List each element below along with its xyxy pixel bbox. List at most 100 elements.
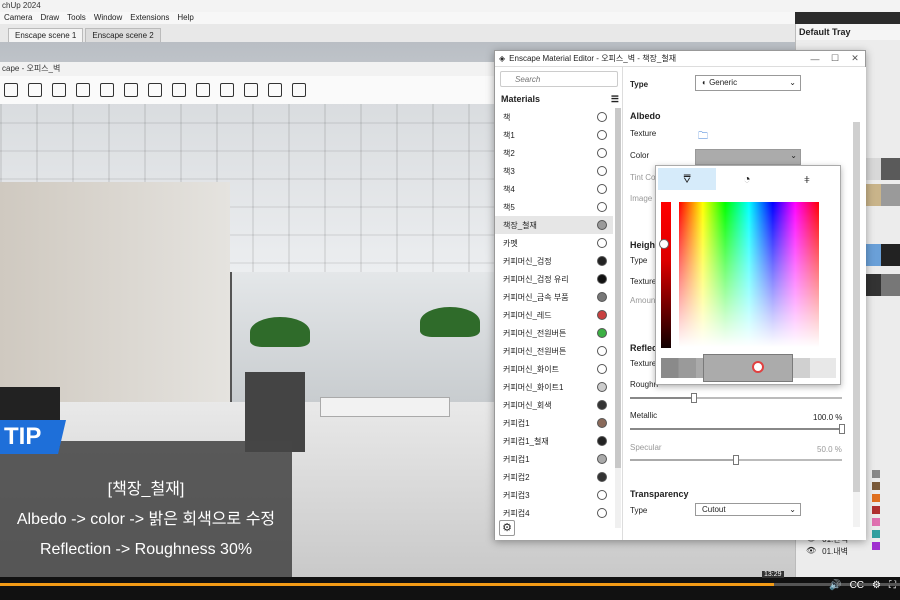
material-thumb[interactable] xyxy=(881,274,900,296)
maximize-button[interactable]: ☐ xyxy=(825,53,845,64)
gear-icon[interactable]: ⚙ xyxy=(499,520,515,536)
menu-extensions[interactable]: Extensions xyxy=(126,12,173,24)
material-list-item[interactable]: 커피컵3 xyxy=(495,486,613,504)
video-icon[interactable] xyxy=(268,83,282,97)
list-scrollbar[interactable] xyxy=(615,108,621,528)
material-swatch-icon xyxy=(597,490,607,500)
menu-help[interactable]: Help xyxy=(173,12,197,24)
layer-name: 01.내벽 xyxy=(822,547,848,556)
current-color-swatch[interactable] xyxy=(703,354,793,382)
picker-tab-sliders[interactable]: ⧧ xyxy=(778,168,836,190)
video-progress-track[interactable] xyxy=(0,583,900,586)
albedo-texture-label: Texture xyxy=(630,129,657,138)
material-list-item[interactable]: 커피머신_전원버튼 xyxy=(495,324,613,342)
material-list-item[interactable]: 커피머신_화이트1 xyxy=(495,378,613,396)
picker-tab-spectrum[interactable]: ⩢ xyxy=(658,168,716,190)
material-list-item[interactable]: 책 xyxy=(495,108,613,126)
material-list-item[interactable]: 커피머신_금속 부품 xyxy=(495,288,613,306)
eye-icon[interactable]: 👁 xyxy=(806,546,816,557)
material-list-item[interactable]: 카펫 xyxy=(495,234,613,252)
material-list-item[interactable]: 책4 xyxy=(495,180,613,198)
material-list-item[interactable]: 커피머신_검정 유리 xyxy=(495,270,613,288)
material-swatch-icon xyxy=(597,238,607,248)
scrollbar-thumb[interactable] xyxy=(853,122,860,492)
menu-window[interactable]: Window xyxy=(90,12,126,24)
reflection-texture-label: Texture xyxy=(630,359,657,368)
material-list-item[interactable]: 커피머신_검정 xyxy=(495,252,613,270)
editor-titlebar[interactable]: ◈ Enscape Material Editor - 오피스_벽 - 책장_철… xyxy=(495,51,865,67)
material-name: 책2 xyxy=(503,148,515,158)
material-thumb[interactable] xyxy=(881,184,900,206)
hue-slider[interactable] xyxy=(661,202,671,348)
scene-tab-1[interactable]: Enscape scene 1 xyxy=(8,28,84,42)
picker-tab-wheel[interactable]: ◔ xyxy=(718,168,776,190)
material-swatch-icon xyxy=(597,292,607,302)
image-icon[interactable] xyxy=(220,83,234,97)
material-thumb[interactable] xyxy=(881,158,900,180)
captions-icon[interactable]: CC xyxy=(850,580,864,591)
render-icon[interactable] xyxy=(172,83,186,97)
material-list-item[interactable]: 책2 xyxy=(495,144,613,162)
material-name: 커피컵1 xyxy=(503,454,530,464)
menu-draw[interactable]: Draw xyxy=(36,12,63,24)
settings-icon[interactable] xyxy=(148,83,162,97)
specular-knob[interactable] xyxy=(733,455,739,465)
specular-slider[interactable] xyxy=(630,455,842,465)
scene-tab-2[interactable]: Enscape scene 2 xyxy=(85,28,161,42)
list-icon[interactable] xyxy=(52,83,66,97)
hue-knob[interactable] xyxy=(659,239,669,249)
material-list-item[interactable]: 커피머신_화이트 xyxy=(495,360,613,378)
measure-icon[interactable] xyxy=(196,83,210,97)
material-swatch-icon xyxy=(597,346,607,356)
plant xyxy=(250,317,310,347)
material-name: 커피머신_전원버튼 xyxy=(503,328,567,338)
menu-camera[interactable]: Camera xyxy=(0,12,36,24)
material-list-item[interactable]: 커피머신_전원버튼 xyxy=(495,342,613,360)
material-list-item[interactable]: 책장_철재 xyxy=(495,216,613,234)
close-button[interactable]: ✕ xyxy=(845,53,865,64)
material-list-item[interactable]: 책3 xyxy=(495,162,613,180)
export-icon[interactable] xyxy=(244,83,258,97)
settings-icon[interactable]: ⚙ xyxy=(872,580,881,591)
building-icon[interactable] xyxy=(100,83,114,97)
layer-row[interactable]: 👁 01.내벽 xyxy=(806,546,848,557)
transparency-type-select[interactable]: Cutout ⌄ xyxy=(695,503,801,516)
material-list-item[interactable]: 커피머신_회색 xyxy=(495,396,613,414)
file-icon[interactable] xyxy=(292,83,306,97)
properties-scrollbar[interactable] xyxy=(853,122,860,527)
albedo-color-field[interactable]: ⌄ xyxy=(695,149,801,165)
hamburger-icon[interactable]: ☰ xyxy=(611,94,619,105)
material-list-item[interactable]: 커피컵1_철재 xyxy=(495,432,613,450)
align-icon[interactable] xyxy=(28,83,42,97)
material-thumb[interactable] xyxy=(881,244,900,266)
roughness-knob[interactable] xyxy=(690,393,697,403)
scrollbar-thumb[interactable] xyxy=(615,108,621,468)
material-swatch-icon xyxy=(597,274,607,284)
metallic-slider[interactable] xyxy=(630,424,845,434)
metallic-knob[interactable] xyxy=(839,424,845,434)
minimize-button[interactable]: — xyxy=(805,54,825,64)
folder-icon[interactable]: 🗀 xyxy=(698,129,708,146)
view-icon[interactable] xyxy=(124,83,138,97)
document-icon[interactable] xyxy=(4,83,18,97)
material-name: 책3 xyxy=(503,166,515,176)
material-list-item[interactable]: 커피컵2 xyxy=(495,468,613,486)
material-swatch-icon xyxy=(597,202,607,212)
color-spectrum[interactable] xyxy=(679,202,819,347)
volume-icon[interactable]: 🔊 xyxy=(829,580,841,591)
material-list-item[interactable]: 책1 xyxy=(495,126,613,144)
material-list-item[interactable]: 책5 xyxy=(495,198,613,216)
viewer-title: cape - 오피스_벽 xyxy=(0,62,500,76)
material-list-item[interactable]: 커피컵1 xyxy=(495,450,613,468)
type-select[interactable]: ◐ Generic ⌄ xyxy=(695,75,801,91)
roughness-slider[interactable] xyxy=(630,393,842,403)
material-list-item[interactable]: 커피컵1 xyxy=(495,414,613,432)
menu-tools[interactable]: Tools xyxy=(63,12,90,24)
material-swatch-icon xyxy=(597,436,607,446)
shield-icon[interactable] xyxy=(76,83,90,97)
search-input[interactable] xyxy=(500,71,618,87)
eyedropper-icon[interactable] xyxy=(752,361,764,373)
material-list-item[interactable]: 커피머신_레드 xyxy=(495,306,613,324)
layer-color-swatch xyxy=(872,470,880,478)
fullscreen-icon[interactable]: ⛶ xyxy=(889,580,896,591)
